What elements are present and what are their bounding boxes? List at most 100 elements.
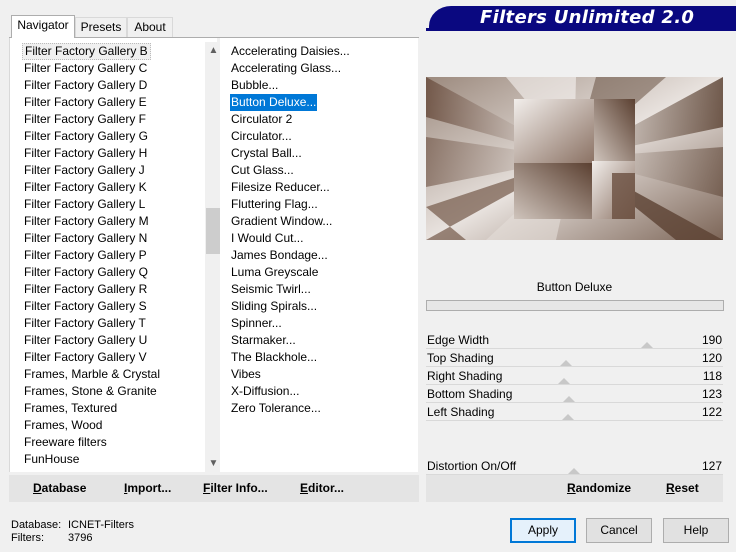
filter-item[interactable]: Accelerating Daisies... xyxy=(230,43,351,60)
filter-item[interactable]: Cut Glass... xyxy=(230,162,295,179)
category-item[interactable]: Filter Factory Gallery K xyxy=(22,179,149,196)
parameter-value: 122 xyxy=(701,405,722,419)
parameter-slider-thumb[interactable] xyxy=(561,414,574,420)
parameter-slider-thumb[interactable] xyxy=(559,360,572,366)
filter-item[interactable]: Circulator... xyxy=(230,128,293,145)
category-list[interactable]: Filter Factory Gallery B Filter Factory G… xyxy=(9,38,222,472)
category-item[interactable]: Filter Factory Gallery V xyxy=(22,349,149,366)
category-item[interactable]: Filter Factory Gallery H xyxy=(22,145,149,162)
command-label: mport... xyxy=(127,481,172,495)
cmd-database-button[interactable]: Database xyxy=(33,475,86,502)
accelerator-key: E xyxy=(300,481,309,495)
filter-item[interactable]: Luma Greyscale xyxy=(230,264,319,281)
category-item[interactable]: Filter Factory Gallery U xyxy=(22,332,149,349)
tab-about[interactable]: About xyxy=(127,17,173,37)
parameter-slider-thumb[interactable] xyxy=(567,468,580,474)
filter-item[interactable]: Filesize Reducer... xyxy=(230,179,331,196)
filter-item[interactable]: I Would Cut... xyxy=(230,230,304,247)
filter-item[interactable]: Crystal Ball... xyxy=(230,145,303,162)
category-item[interactable]: Filter Factory Gallery N xyxy=(22,230,149,247)
cancel-button[interactable]: Cancel xyxy=(586,518,652,543)
filter-item[interactable]: X-Diffusion... xyxy=(230,383,300,400)
scroll-thumb[interactable] xyxy=(206,208,221,254)
app-title: Filters Unlimited 2.0 xyxy=(480,7,695,28)
filter-item[interactable]: Zero Tolerance... xyxy=(230,400,322,417)
filter-item[interactable]: Button Deluxe... xyxy=(230,94,318,111)
category-item[interactable]: Filter Factory Gallery F xyxy=(22,111,148,128)
command-label: ilter Info... xyxy=(210,481,268,495)
category-item[interactable]: Filter Factory Gallery Q xyxy=(22,264,150,281)
tab-navigator[interactable]: Navigator xyxy=(11,15,75,38)
preview-render xyxy=(426,77,723,240)
category-item[interactable]: Filter Factory Gallery J xyxy=(22,162,147,179)
filter-item[interactable]: The Blackhole... xyxy=(230,349,318,366)
category-item[interactable]: Filter Factory Gallery E xyxy=(22,94,149,111)
status-database-label: Database: xyxy=(11,519,62,531)
command-label: andomize xyxy=(575,481,632,495)
filter-item[interactable]: Sliding Spirals... xyxy=(230,298,318,315)
filter-preview-image xyxy=(426,77,723,240)
category-item[interactable]: Filter Factory Gallery G xyxy=(22,128,150,145)
parameter-value: 120 xyxy=(701,351,722,365)
filter-list[interactable]: Accelerating Daisies... Accelerating Glas… xyxy=(220,38,418,472)
category-item[interactable]: Filter Factory Gallery S xyxy=(22,298,149,315)
parameter-label: Left Shading xyxy=(427,405,495,419)
status-filters-value: 3796 xyxy=(68,532,93,544)
filter-item[interactable]: Vibes xyxy=(230,366,262,383)
tab-presets[interactable]: Presets xyxy=(75,17,127,37)
progress-bar xyxy=(426,300,724,311)
parameter-label: Distortion On/Off xyxy=(427,459,517,473)
parameter-row[interactable]: Top Shading 120 xyxy=(426,349,723,367)
parameter-row[interactable]: Distortion On/Off 127 xyxy=(426,457,723,475)
parameter-slider-thumb[interactable] xyxy=(563,396,576,402)
parameter-slider-thumb[interactable] xyxy=(641,342,654,348)
category-item[interactable]: Frames, Stone & Granite xyxy=(22,383,159,400)
current-filter-name: Button Deluxe xyxy=(426,277,723,298)
parameter-row[interactable]: Right Shading 118 xyxy=(426,367,723,385)
action-reset-button[interactable]: Reset xyxy=(666,475,699,502)
parameter-row[interactable]: Edge Width 190 xyxy=(426,331,723,349)
filter-item[interactable]: Circulator 2 xyxy=(230,111,293,128)
category-item[interactable]: Filter Factory Gallery M xyxy=(22,213,151,230)
parameter-label: Top Shading xyxy=(427,351,494,365)
command-label: eset xyxy=(674,481,699,495)
accelerator-key: R xyxy=(567,481,576,495)
category-item[interactable]: Freeware filters xyxy=(22,434,109,451)
parameter-value: 118 xyxy=(702,369,722,383)
action-randomize-button[interactable]: Randomize xyxy=(567,475,631,502)
category-item[interactable]: Frames, Textured xyxy=(22,400,119,417)
filter-item[interactable]: Spinner... xyxy=(230,315,283,332)
parameter-label: Bottom Shading xyxy=(427,387,513,401)
accelerator-key: R xyxy=(666,481,675,495)
help-button[interactable]: Help xyxy=(663,518,729,543)
filter-item[interactable]: Seismic Twirl... xyxy=(230,281,312,298)
filter-item[interactable]: James Bondage... xyxy=(230,247,329,264)
parameter-row[interactable]: Bottom Shading 123 xyxy=(426,385,723,403)
category-item[interactable]: Frames, Marble & Crystal xyxy=(22,366,162,383)
cmd-editor-button[interactable]: Editor... xyxy=(300,475,344,502)
filter-item[interactable]: Fluttering Flag... xyxy=(230,196,319,213)
category-item[interactable]: Frames, Wood xyxy=(22,417,104,434)
parameter-label: Edge Width xyxy=(427,333,490,347)
filter-item[interactable]: Bubble... xyxy=(230,77,279,94)
category-item[interactable]: Filter Factory Gallery L xyxy=(22,196,147,213)
filter-item[interactable]: Accelerating Glass... xyxy=(230,60,342,77)
category-item[interactable]: Filter Factory Gallery P xyxy=(22,247,149,264)
filter-item[interactable]: Starmaker... xyxy=(230,332,297,349)
apply-button[interactable]: Apply xyxy=(510,518,576,543)
parameter-row[interactable]: Left Shading 122 xyxy=(426,403,723,421)
category-item[interactable]: FunHouse xyxy=(22,451,81,468)
command-label: ditor... xyxy=(308,481,345,495)
command-label: atabase xyxy=(41,481,87,495)
category-item[interactable]: Filter Factory Gallery B xyxy=(22,43,151,60)
cmd-import-button[interactable]: Import... xyxy=(124,475,171,502)
category-item[interactable]: Filter Factory Gallery C xyxy=(22,60,149,77)
category-item[interactable]: Filter Factory Gallery T xyxy=(22,315,148,332)
category-item[interactable]: Filter Factory Gallery R xyxy=(22,281,149,298)
parameter-slider-thumb[interactable] xyxy=(557,378,570,384)
category-item[interactable]: Filter Factory Gallery D xyxy=(22,77,149,94)
filter-item[interactable]: Gradient Window... xyxy=(230,213,333,230)
right-command-bar: Randomize Reset xyxy=(426,475,723,502)
parameter-slider-track[interactable] xyxy=(426,420,723,421)
cmd-filter-info-button[interactable]: Filter Info... xyxy=(203,475,268,502)
